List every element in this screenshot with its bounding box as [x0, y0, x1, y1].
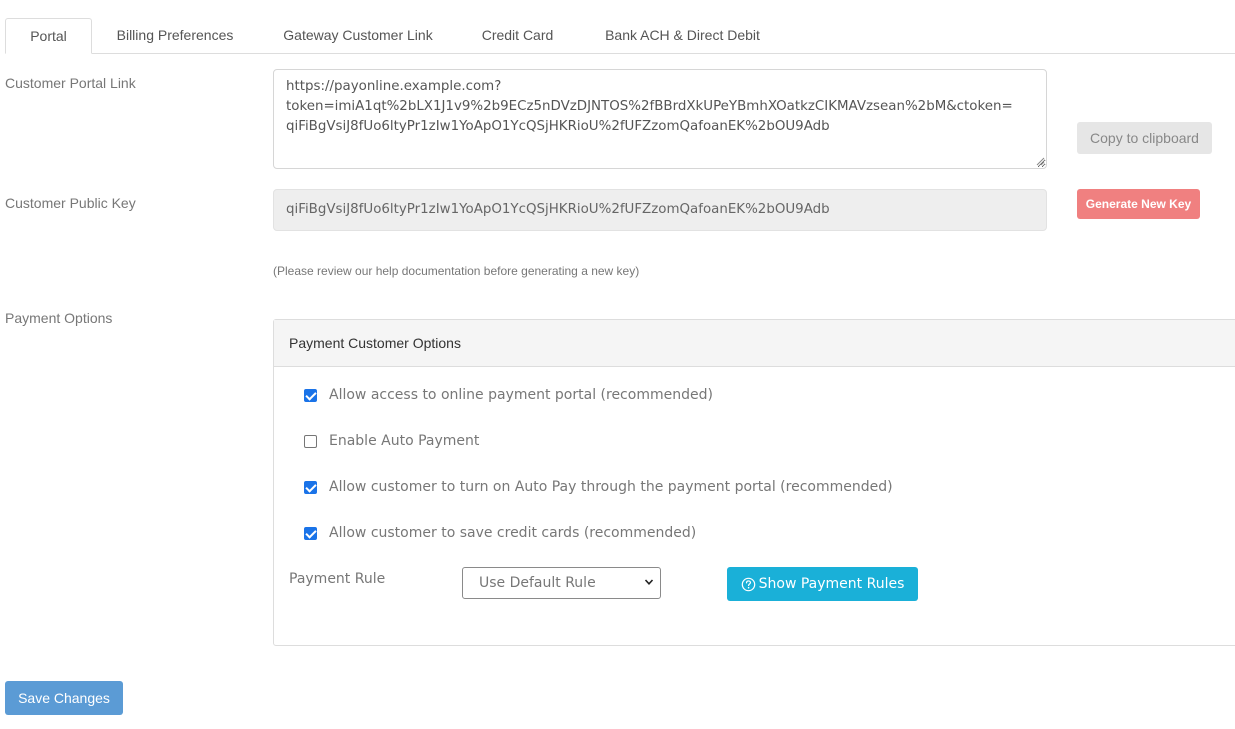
show-payment-rules-label: Show Payment Rules [758, 576, 905, 592]
checkbox-online-portal-access[interactable] [304, 388, 317, 402]
checkbox-enable-auto-payment[interactable] [304, 434, 317, 448]
option-customer-auto-pay: Allow customer to turn on Auto Pay throu… [304, 477, 893, 497]
generate-key-help-note: (Please review our help documentation be… [273, 264, 640, 278]
checkbox-label: Enable Auto Payment [329, 433, 480, 449]
checkbox-label: Allow customer to save credit cards (rec… [329, 525, 697, 541]
settings-tabs: Portal Billing Preferences Gateway Custo… [5, 18, 1235, 54]
customer-public-key-field: qiFiBgVsiJ8fUo6ltyPr1zIw1YoApO1YcQSjHKRi… [273, 189, 1047, 231]
option-enable-auto-payment: Enable Auto Payment [304, 431, 479, 451]
panel-heading: Payment Customer Options [274, 320, 1235, 367]
payment-rule-select[interactable]: Use Default Rule [462, 567, 661, 599]
tab-gateway-customer-link[interactable]: Gateway Customer Link [268, 18, 448, 53]
customer-settings-page: Portal Billing Preferences Gateway Custo… [0, 0, 1235, 729]
show-payment-rules-button[interactable]: Show Payment Rules [727, 567, 918, 601]
option-online-portal-access: Allow access to online payment portal (r… [304, 385, 713, 405]
customer-portal-link-label: Customer Portal Link [5, 75, 136, 91]
checkbox-label: Allow customer to turn on Auto Pay throu… [329, 479, 893, 495]
payment-rule-selected-value: Use Default Rule [479, 575, 596, 591]
payment-options-label: Payment Options [5, 310, 113, 326]
customer-public-key-label: Customer Public Key [5, 195, 136, 211]
checkbox-save-credit-cards[interactable] [304, 526, 317, 540]
option-save-credit-cards: Allow customer to save credit cards (rec… [304, 523, 696, 543]
payment-rule-label: Payment Rule [289, 571, 386, 587]
tab-credit-card[interactable]: Credit Card [465, 18, 570, 53]
question-circle-icon [741, 577, 755, 591]
customer-portal-link-textarea[interactable]: https://payonline.example.com? token=imi… [273, 69, 1047, 169]
copy-to-clipboard-button[interactable]: Copy to clipboard [1077, 122, 1212, 154]
tab-billing-preferences[interactable]: Billing Preferences [101, 18, 249, 53]
payment-customer-options-panel: Payment Customer Options Allow access to… [273, 319, 1235, 646]
tab-bank-ach-direct-debit[interactable]: Bank ACH & Direct Debit [590, 18, 775, 53]
checkbox-customer-auto-pay[interactable] [304, 480, 317, 494]
tab-portal[interactable]: Portal [5, 18, 92, 54]
chevron-down-icon [644, 579, 654, 585]
generate-new-key-button[interactable]: Generate New Key [1077, 189, 1200, 219]
save-changes-button[interactable]: Save Changes [5, 681, 123, 715]
checkbox-label: Allow access to online payment portal (r… [329, 387, 713, 403]
